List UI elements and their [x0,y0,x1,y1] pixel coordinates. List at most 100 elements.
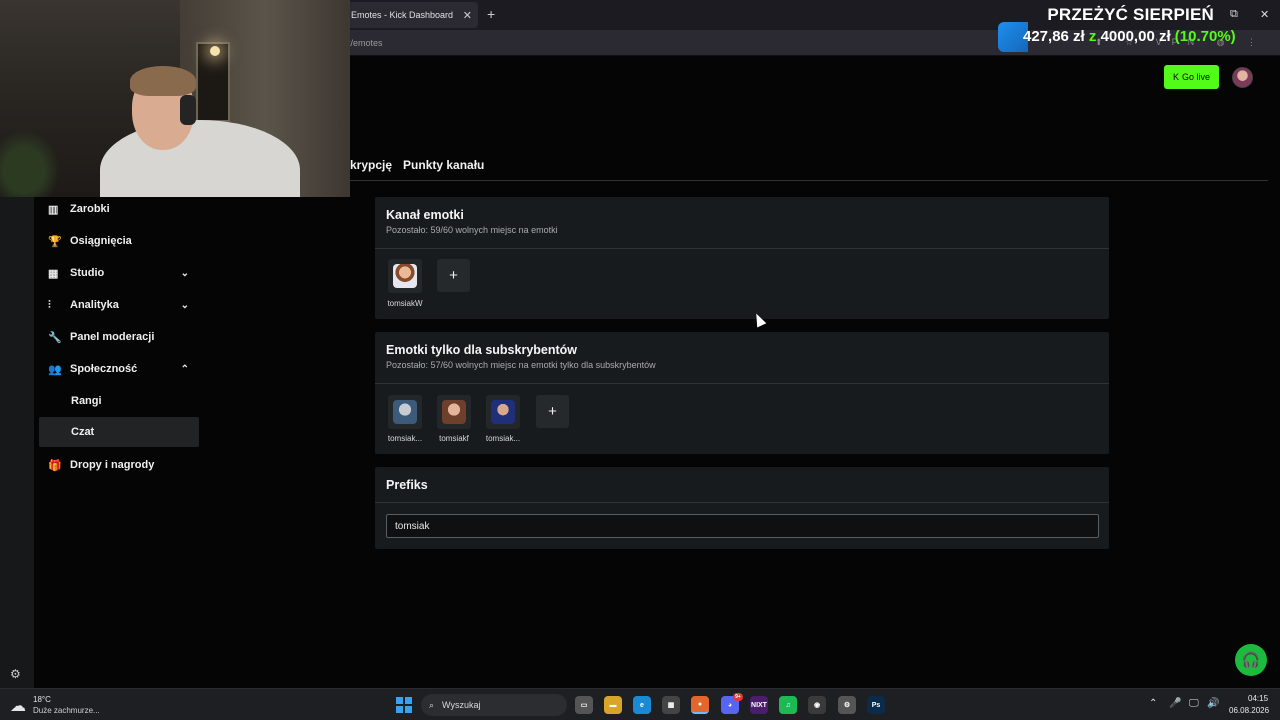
community-icon: 👥 [48,363,62,376]
goal-amounts: 427,86 zł z 4000,00 zł (10.70%) [1023,28,1236,45]
emote-tile[interactable] [437,395,471,429]
photoshop-icon[interactable]: Ps [867,696,885,714]
clock-date[interactable]: 06.08.2026 [1229,706,1269,715]
clock-time[interactable]: 04:15 [1248,694,1268,703]
prefix-panel: Prefiks [375,467,1109,549]
webcam-overlay [0,0,350,197]
user-avatar[interactable] [1232,67,1253,88]
emote-image [393,264,417,288]
sidebar-item-zarobki[interactable]: ▥ Zarobki [39,194,199,224]
goal-of: z [1088,28,1097,45]
webcam-person-hair [130,66,196,96]
sidebar-item-label: Zarobki [70,203,110,215]
sidebar-item-dropy[interactable]: 🎁 Dropy i nagrody [39,450,199,480]
webcam-lamp [210,46,220,56]
goal-title: PRZEŻYĆ SIERPIEŃ [1047,5,1214,24]
chevron-up-icon[interactable]: ⌃ [181,364,189,375]
add-emote-button[interactable]: + [437,259,470,292]
emote-tile[interactable] [388,259,422,293]
weather-temperature[interactable]: 18°C [33,695,51,704]
sidebar-item-spolecznosc[interactable]: 👥 Społeczność ⌃ [39,354,199,384]
volume-icon[interactable]: 🔊 [1207,698,1219,709]
edge-icon[interactable]: e [633,696,651,714]
goal-percent: (10.70%) [1174,28,1236,45]
emote-tile[interactable] [388,395,422,429]
folder-icon[interactable]: ▬ [604,696,622,714]
emote-image [393,400,417,424]
weather-cloud-icon[interactable]: ☁ [10,696,26,716]
sidebar-item-label: Analityka [70,299,119,311]
discord-glyph: ◕ [727,701,733,709]
chevron-down-icon[interactable]: ⌄ [181,300,189,311]
analytics-icon: ⫶ [48,298,51,311]
panel-subtitle: Pozostało: 59/60 wolnych miejsc na emotk… [386,225,558,235]
emote-label: tomsiakf [439,434,469,443]
notification-badge: 9+ [733,693,743,701]
sidebar-item-panel-moderacji[interactable]: 🔧 Panel moderacji [39,322,199,352]
headset-icon [180,95,196,125]
nixt-icon[interactable]: NIXT [750,696,768,714]
emote-tile[interactable] [486,395,520,429]
new-tab-button[interactable]: + [487,6,495,22]
subtabs-divider [350,180,1268,181]
search-label: Wyszukaj [442,700,481,710]
emote-label: tomsiakW [387,299,423,308]
emote-image [442,400,466,424]
trophy-icon: 🏆 [48,235,62,248]
kick-icon: K [1172,72,1179,82]
add-sub-emote-button[interactable]: + [536,395,569,428]
sidebar-item-label: Rangi [71,395,102,407]
support-chat-icon[interactable]: 🎧 [1235,644,1267,676]
tab-channel-points[interactable]: Punkty kanału [403,158,484,172]
sidebar-nav: ▥ Zarobki 🏆 Osiągnięcia ▦ Studio ⌄ ⫶ Ana… [34,197,350,688]
obs-icon[interactable]: ◉ [808,696,826,714]
prefix-input[interactable] [386,514,1099,538]
sidebar-item-label: Osiągnięcia [70,235,132,247]
panel-divider [375,502,1109,503]
panel-title: Emotki tylko dla subskrybentów [386,343,578,357]
sidebar-item-osiagniecia[interactable]: 🏆 Osiągnięcia [39,226,199,256]
chevron-down-icon[interactable]: ⌄ [181,268,189,279]
goal-target: 4000,00 zł [1100,28,1171,45]
dashboard-subtabs: krypcję Punkty kanału [350,158,484,172]
display-icon[interactable]: 🖵 [1189,698,1199,709]
weather-description[interactable]: Duże zachmurze... [33,706,100,715]
panel-title: Kanał emotki [386,208,464,222]
url-text[interactable]: t/emotes [348,38,383,48]
sidebar-item-rangi[interactable]: Rangi [39,386,199,416]
panel-divider [375,383,1109,384]
studio-icon: ▦ [48,267,59,280]
microphone-icon[interactable]: 🎤 [1169,698,1181,709]
windows-taskbar: ☁ 18°C Duże zachmurze... ⌕ Wyszukaj ▭ ▬ … [0,688,1280,720]
sidebar-item-label: Studio [70,267,105,279]
goal-current: 427,86 zł [1023,28,1085,45]
store-icon[interactable]: ▦ [662,696,680,714]
screen: Emotes - Kick Dashboard ✕ + ⧉ ✕ t/emotes… [0,0,1280,720]
windows-start-icon[interactable] [396,697,412,713]
donation-goal-overlay: PRZEŻYĆ SIERPIEŃ 427,86 zł z 4000,00 zł … [998,3,1280,52]
tab-title: Emotes - Kick Dashboard [351,10,454,20]
go-live-button[interactable]: K Go live [1164,65,1219,89]
tab-subscriptions[interactable]: krypcję [350,158,392,172]
sidebar-item-czat[interactable]: Czat [39,417,199,447]
webcam-plant [0,130,60,197]
taskbar-search[interactable]: ⌕ Wyszukaj [421,694,567,716]
sidebar-item-label: Panel moderacji [70,331,155,343]
browser-tab[interactable]: Emotes - Kick Dashboard ✕ [344,2,478,28]
spotify-icon[interactable]: ♫ [779,696,797,714]
sidebar-rail: ⚙ [0,197,34,688]
search-icon: ⌕ [429,699,435,710]
sub-emotes-panel: Emotki tylko dla subskrybentów Pozostało… [375,332,1109,454]
file-icon[interactable]: ▭ [575,696,593,714]
sidebar-item-studio[interactable]: ▦ Studio ⌄ [39,258,199,288]
tray-expand-icon[interactable]: ⌃ [1149,698,1157,709]
chart-icon: ▥ [48,203,59,216]
sidebar-item-label: Dropy i nagrody [70,459,155,471]
tab-close-icon[interactable]: ✕ [463,9,472,22]
settings-app-icon[interactable]: ⚙ [838,696,856,714]
settings-gear-icon[interactable]: ⚙ [10,667,21,681]
firefox-icon[interactable]: ● [691,696,709,714]
sidebar-item-analityka[interactable]: ⫶ Analityka ⌄ [39,290,199,320]
emote-label: tomsiak... [387,434,423,443]
discord-icon[interactable]: ◕ 9+ [721,693,743,714]
